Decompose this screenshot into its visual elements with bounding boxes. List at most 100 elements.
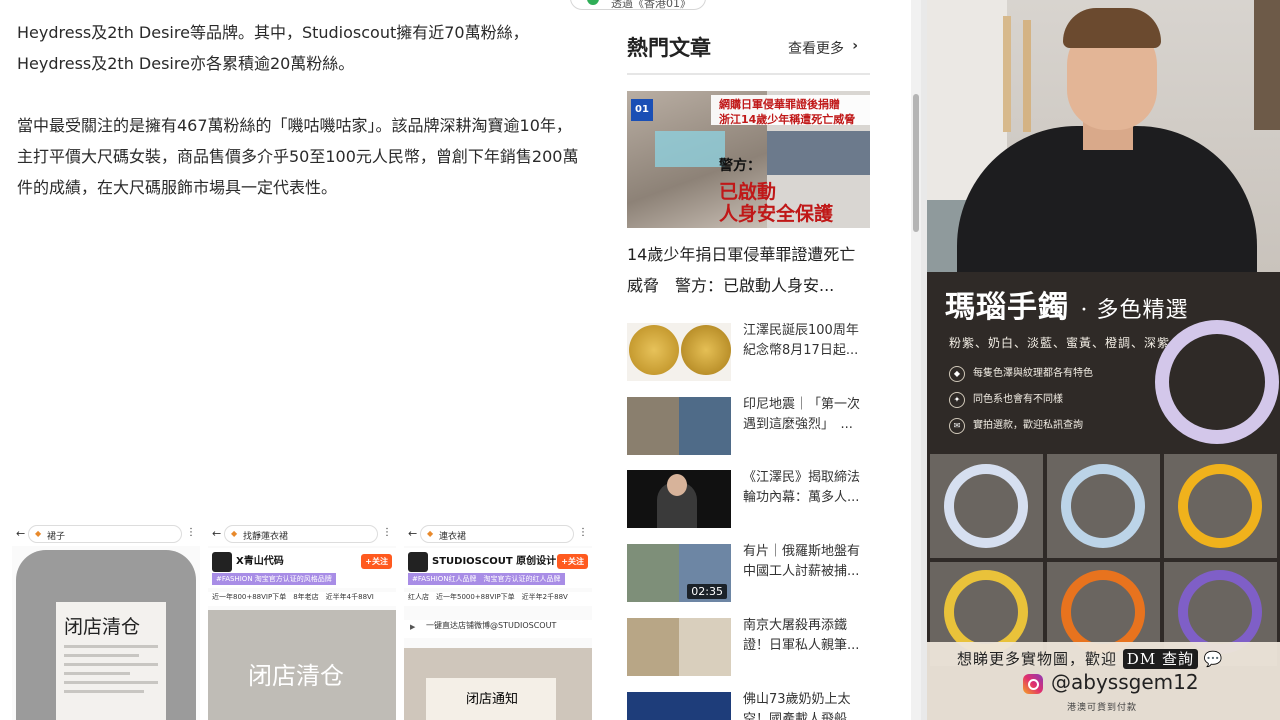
news-thumbnail xyxy=(627,692,731,720)
article-column: 透過《香港01》 Heydress及2th Desire等品牌。其中，Studi… xyxy=(0,0,706,720)
news-item[interactable]: 印尼地震｜「第一次遇到這麼強烈」 ... xyxy=(627,397,870,455)
store-name: STUDIOSCOUT 原创设计 xyxy=(432,556,557,567)
bangle-cell xyxy=(1047,454,1160,558)
store-tag: #FASHION 淘宝官方认证的风格品牌 xyxy=(212,573,336,585)
back-arrow-icon: ← xyxy=(212,527,222,540)
hero-group-photo xyxy=(767,131,870,175)
ad-dm-text: 想睇更多實物圖，歡迎 DM 查詢 💬 xyxy=(957,648,1223,669)
ad-feature-text: 實拍選款，歡迎私訊查詢 xyxy=(973,420,1083,431)
news-title: 有片｜俄羅斯地盤有中國工人討薪被捕... xyxy=(743,544,861,579)
hero-article-image[interactable]: 01 網購日軍侵華罪證後捐贈 浙江14歲少年稱遭死亡威脅 警方： 已啟動 人身安… xyxy=(627,91,870,228)
more-icon: ⋮ xyxy=(186,527,196,538)
store-header: STUDIOSCOUT 原创设计 +关注 #FASHION红人品牌 淘宝官方认证… xyxy=(404,548,592,588)
news-title: 印尼地震｜「第一次遇到這麼強烈」 ... xyxy=(743,397,861,432)
video-duration-badge: 02:35 xyxy=(687,584,727,599)
popular-articles-sidebar: 熱門文章 查看更多 › 01 網購日軍侵華罪證後捐贈 浙江14歲少年稱遭死亡威脅… xyxy=(627,0,870,720)
closing-poster: 闭店通知 xyxy=(404,648,592,720)
ad-title: 瑪瑙手鐲 · 多色精選 xyxy=(945,282,1188,326)
sidebar-title: 熱門文章 xyxy=(627,36,711,60)
webcam-overlay xyxy=(927,0,1280,272)
news-title: 江澤民誕辰100周年紀念幣8月17日起... xyxy=(743,323,859,358)
ad-feature: ✉ 實拍選款，歡迎私訊查詢 xyxy=(949,416,1149,442)
source-icon xyxy=(587,0,599,5)
search-bar: ← 連衣裙 ⋮ xyxy=(404,522,592,546)
hk01-logo-icon: 01 xyxy=(631,99,653,121)
bangle-grid xyxy=(930,454,1277,666)
store-logo xyxy=(212,552,232,572)
news-thumbnail xyxy=(627,470,731,528)
screen: { "tab_pill": { "label": "透過《香港01》" }, "… xyxy=(0,0,1280,720)
news-thumbnail: 02:35 xyxy=(627,544,731,602)
ad-title-suffix: · 多色精選 xyxy=(1080,298,1189,323)
shop-screenshot-2: ← 找靜蓮衣裙 ⋮ X青山代码 +关注 #FASHION 淘宝官方认证的风格品牌… xyxy=(208,522,396,720)
shop-screenshots-image: ← 裙子 ⋮ 闭店清仓 ← 找靜蓮衣裙 ⋮ X青山代码 xyxy=(12,522,592,720)
hero-police: 警方： xyxy=(719,158,761,174)
news-title: 南京大屠殺再添鐵證！日軍私人親筆... xyxy=(743,618,860,653)
store-name: X青山代码 xyxy=(236,556,284,567)
news-item[interactable]: 佛山73歲奶奶上太空！國產載人飛船... xyxy=(627,692,870,720)
news-item[interactable]: 江澤民誕辰100周年紀念幣8月17日起... xyxy=(627,323,870,381)
news-title: 《江澤民》揭取締法輪功內幕：萬多人... xyxy=(743,470,861,505)
ad-feature: ◆ 每隻色澤與紋理都各有特色 xyxy=(949,364,1149,390)
ad-cta[interactable]: 想睇更多實物圖，歡迎 DM 查詢 💬 @abyssgem12 港澳可貨到付款 xyxy=(927,642,1280,720)
more-icon: ⋮ xyxy=(382,527,392,538)
shop-screenshot-1: ← 裙子 ⋮ 闭店清仓 xyxy=(12,522,200,720)
message-icon: ✉ xyxy=(949,418,965,434)
back-arrow-icon: ← xyxy=(408,527,418,540)
ad-note: 港澳可貨到付款 xyxy=(1067,703,1138,713)
hero-blur xyxy=(655,131,725,167)
view-more-link[interactable]: 查看更多 › xyxy=(788,38,858,58)
news-title: 佛山73歲奶奶上太空！國產載人飛船... xyxy=(743,692,860,720)
bangle-cell xyxy=(930,454,1043,558)
article-paragraph-1: Heydress及2th Desire等品牌。其中，Studioscout擁有近… xyxy=(17,23,529,73)
news-thumbnail xyxy=(627,397,731,455)
closing-card: 闭店清仓 xyxy=(56,602,166,720)
gem-icon: ◆ xyxy=(949,366,965,382)
ad-title-main: 瑪瑙手鐲 xyxy=(945,290,1069,325)
store-header: X青山代码 +关注 #FASHION 淘宝官方认证的风格品牌 xyxy=(208,548,396,588)
chat-icon: 💬 xyxy=(1203,650,1224,668)
store-tag: #FASHION红人品牌 淘宝官方认证的红人品牌 xyxy=(408,573,565,585)
news-item[interactable]: 《江澤民》揭取締法輪功內幕：萬多人... xyxy=(627,470,870,528)
ad-feature: ✦ 同色系也會有不同樣 xyxy=(949,390,1149,416)
store-stats: 红人店 近一年5000+88VIP下单 近半年2千88V xyxy=(404,592,592,606)
closing-poster: 闭店清仓 xyxy=(208,610,396,720)
news-item[interactable]: 南京大屠殺再添鐵證！日軍私人親筆... xyxy=(627,618,870,676)
search-bar: ← 找靜蓮衣裙 ⋮ xyxy=(208,522,396,546)
dm-badge: DM 查詢 xyxy=(1122,649,1198,669)
instagram-icon xyxy=(1023,674,1043,694)
search-box: 找靜蓮衣裙 xyxy=(224,525,378,543)
scrollbar-thumb[interactable] xyxy=(913,94,919,232)
closing-title: 闭店清仓 xyxy=(64,616,141,638)
more-icon: ⋮ xyxy=(578,527,588,538)
follow-button: +关注 xyxy=(361,554,392,569)
closing-poster: 闭店清仓 xyxy=(16,550,196,720)
page-scrollbar[interactable] xyxy=(911,0,921,720)
view-more-label: 查看更多 xyxy=(788,41,844,57)
bangle-cell xyxy=(1164,454,1277,558)
hero-headline-1: 網購日軍侵華罪證後捐贈 xyxy=(719,98,840,111)
closing-title: 闭店清仓 xyxy=(248,662,344,690)
store-stats: 近一年800+88VIP下单 8年老店 近半年4千88VI xyxy=(208,592,396,606)
ad-dm-prefix: 想睇更多實物圖，歡迎 xyxy=(957,650,1118,668)
divider xyxy=(627,73,870,75)
chevron-right-icon: › xyxy=(852,38,858,54)
hero-line-2: 人身安全保護 xyxy=(719,203,834,225)
instagram-handle: @abyssgem12 xyxy=(1051,670,1199,694)
search-bar: ← 裙子 ⋮ xyxy=(12,522,200,546)
agate-bangle-ad[interactable]: 瑪瑙手鐲 · 多色精選 粉紫、奶白、淡藍、蜜黃、橙調、深紫 ◆ 每隻色澤與紋理都… xyxy=(927,272,1280,720)
ad-feature-text: 每隻色澤與紋理都各有特色 xyxy=(973,368,1093,379)
shop-screenshot-3: ← 連衣裙 ⋮ STUDIOSCOUT 原创设计 +关注 #FASHION红人品… xyxy=(404,522,592,720)
follow-button: +关注 xyxy=(557,554,588,569)
back-arrow-icon: ← xyxy=(16,527,26,540)
ad-feature-text: 同色系也會有不同樣 xyxy=(973,394,1063,405)
article-paragraph-2: 當中最受關注的是擁有467萬粉絲的「嘰咕嘰咕家」。該品牌深耕淘寶逾10年，主打平… xyxy=(17,116,579,197)
hero-headline-2: 浙江14歲少年稱遭死亡威脅 xyxy=(719,113,856,126)
search-box: 連衣裙 xyxy=(420,525,574,543)
hero-article-title[interactable]: 14歲少年捐日軍侵華罪證遭死亡威脅 警方：已啟動人身安... xyxy=(627,239,870,301)
news-item[interactable]: 02:35 有片｜俄羅斯地盤有中國工人討薪被捕... xyxy=(627,544,870,602)
bangle-hero xyxy=(1155,320,1279,444)
weibo-link: 一键直达店铺微博@STUDIOSCOUT xyxy=(404,620,592,638)
news-thumbnail xyxy=(627,323,731,381)
sparkle-icon: ✦ xyxy=(949,392,965,408)
